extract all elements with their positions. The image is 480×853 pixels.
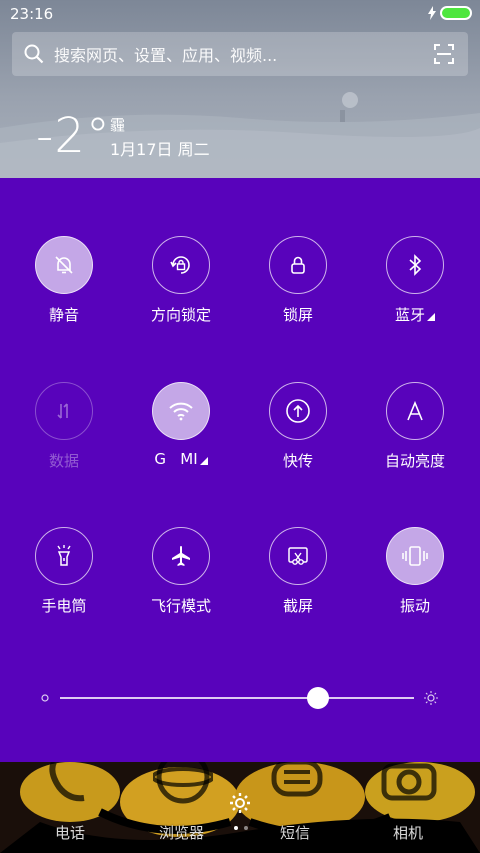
- battery-icon: [440, 6, 472, 20]
- toggle-mobile-data-circle[interactable]: [35, 382, 93, 440]
- phone-app-icon[interactable]: [44, 762, 94, 802]
- status-time: 23:16: [10, 5, 54, 23]
- quick-settings-panel: 静音 方向锁定 锁屏 蓝牙 数据 G MI 快传 自动亮度 手电筒 飞行模式 截…: [0, 178, 480, 762]
- brightness-track[interactable]: [60, 697, 414, 699]
- toggle-flashlight[interactable]: 手电筒: [9, 527, 119, 627]
- toggle-label: 数据: [48, 452, 79, 470]
- toggle-label: 方向锁定: [150, 306, 211, 324]
- toggle-label: 自动亮度: [384, 452, 445, 470]
- toggle-label: 锁屏: [282, 306, 313, 324]
- toggle-airplane-mode[interactable]: 飞行模式: [126, 527, 236, 627]
- toggle-lock-screen-circle[interactable]: [269, 236, 327, 294]
- toggle-auto-brightness-circle[interactable]: [386, 382, 444, 440]
- brightness-slider[interactable]: [40, 686, 450, 710]
- mobile-data-icon: [57, 403, 68, 419]
- browser-app-icon[interactable]: [153, 762, 213, 812]
- toggle-rotation-lock[interactable]: 方向锁定: [126, 236, 236, 336]
- scan-icon[interactable]: [434, 44, 454, 64]
- search-bar[interactable]: 搜索网页、设置、应用、视频...: [12, 32, 468, 76]
- dock-label-camera: 相机: [393, 824, 424, 842]
- airplane-icon: [172, 546, 190, 566]
- toggle-bluetooth[interactable]: 蓝牙: [360, 236, 470, 336]
- toggle-wifi[interactable]: G MI: [126, 382, 236, 482]
- status-icons: [428, 6, 472, 20]
- weather-condition: 霾: [110, 116, 126, 134]
- toggle-quick-transfer-circle[interactable]: [269, 382, 327, 440]
- rotation-lock-icon: [170, 256, 190, 274]
- toggle-label: G MI: [126, 450, 236, 468]
- toggle-flashlight-circle[interactable]: [35, 527, 93, 585]
- home-screen-background: 电话 浏览器 短信 相机: [0, 762, 480, 853]
- status-bar: 23:16: [0, 0, 480, 28]
- camera-app-icon[interactable]: [380, 762, 440, 812]
- toggle-mute-circle[interactable]: [35, 236, 93, 294]
- toggle-screenshot[interactable]: 截屏: [243, 527, 353, 627]
- search-input[interactable]: 搜索网页、设置、应用、视频...: [54, 42, 277, 66]
- page-dot: [244, 826, 248, 830]
- toggle-label: 振动: [399, 597, 430, 615]
- toggle-quick-transfer[interactable]: 快传: [243, 382, 353, 482]
- temperature: -2°: [36, 108, 111, 164]
- more-indicator-icon: [199, 457, 208, 465]
- wifi-icon: [169, 402, 193, 421]
- toggle-lock-screen[interactable]: 锁屏: [243, 236, 353, 336]
- settings-gear-icon[interactable]: [229, 792, 251, 814]
- page-dot: [234, 826, 238, 830]
- brightness-low-icon: [41, 694, 49, 702]
- dock-label-messages: 短信: [280, 824, 311, 842]
- toggle-label: 蓝牙: [360, 304, 470, 325]
- bluetooth-icon: [409, 254, 422, 276]
- flashlight-icon: [57, 545, 71, 566]
- page-indicator: [234, 826, 248, 830]
- toggle-label: 飞行模式: [150, 597, 211, 615]
- toggle-screenshot-circle[interactable]: [269, 527, 327, 585]
- auto-brightness-icon: [407, 400, 423, 421]
- toggle-bluetooth-circle[interactable]: [386, 236, 444, 294]
- brightness-thumb[interactable]: [307, 687, 330, 709]
- toggle-label: 静音: [48, 306, 79, 324]
- toggle-label: 手电筒: [41, 597, 87, 615]
- weather-date: 1月17日 周二: [110, 140, 210, 159]
- vibrate-icon: [402, 546, 428, 566]
- toggle-mobile-data[interactable]: 数据: [9, 382, 119, 482]
- toggle-vibrate[interactable]: 振动: [360, 527, 470, 627]
- toggle-wifi-circle[interactable]: [152, 382, 210, 440]
- search-icon: [24, 44, 44, 64]
- more-indicator-icon: [427, 313, 435, 321]
- charging-icon: [428, 6, 436, 20]
- toggle-rotation-lock-circle[interactable]: [152, 236, 210, 294]
- upload-icon: [286, 399, 310, 423]
- dock-label-browser: 浏览器: [159, 824, 205, 842]
- messages-app-icon[interactable]: [268, 762, 328, 812]
- toggle-mute[interactable]: 静音: [9, 236, 119, 336]
- toggle-vibrate-circle[interactable]: [386, 527, 444, 585]
- screenshot-icon: [288, 547, 308, 565]
- brightness-high-icon: [424, 691, 438, 705]
- lock-icon: [291, 256, 305, 274]
- weather-header: 23:16 搜索网页、设置、应用、视频... -2° 霾 1月17日 周二: [0, 0, 480, 178]
- bell-off-icon: [55, 256, 73, 274]
- toggle-label: 快传: [282, 452, 313, 470]
- toggle-auto-brightness[interactable]: 自动亮度: [360, 382, 470, 482]
- toggle-airplane-mode-circle[interactable]: [152, 527, 210, 585]
- toggle-label: 截屏: [282, 597, 313, 615]
- dock-label-phone: 电话: [55, 824, 86, 842]
